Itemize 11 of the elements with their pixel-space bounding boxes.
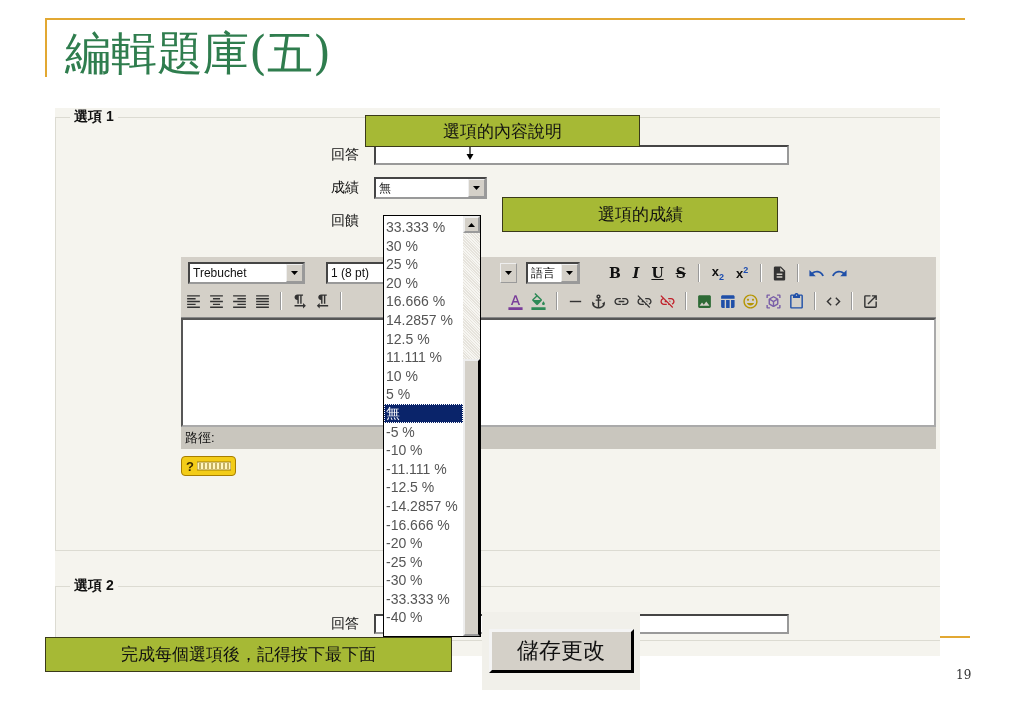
slide-title: 編輯題庫(五) [65,26,331,82]
callout-label: 完成每個選項後，記得按下最下面 [45,637,452,672]
field-label: 成績 [331,178,360,197]
page-number: 19 [956,668,972,682]
callout-label: 選項的內容說明 [365,115,640,147]
callout-label: 選項的成績 [502,197,778,232]
field-label: 回饋 [331,211,360,230]
section-legend: 選項 1 [70,108,118,126]
field-label: 回答 [331,145,360,164]
section-legend: 選項 2 [70,577,118,595]
field-label: 回答 [331,614,360,633]
